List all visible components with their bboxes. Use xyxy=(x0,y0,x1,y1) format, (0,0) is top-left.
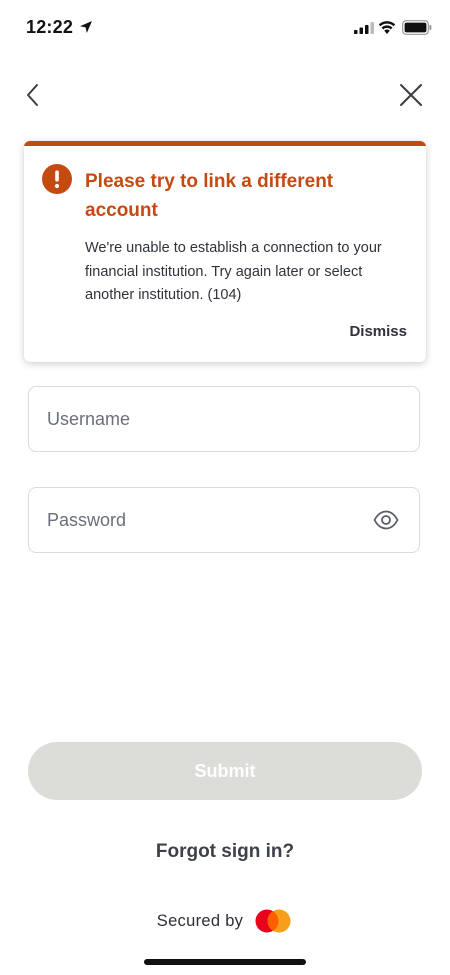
error-accent-bar xyxy=(24,141,426,146)
password-field[interactable] xyxy=(28,487,420,553)
eye-icon[interactable] xyxy=(373,509,399,531)
wifi-icon xyxy=(378,21,396,34)
mastercard-logo xyxy=(255,909,291,933)
battery-icon xyxy=(402,20,432,35)
status-time: 12:22 xyxy=(26,17,74,37)
location-arrow-icon xyxy=(80,21,92,33)
chevron-left-icon[interactable] xyxy=(20,80,48,110)
alert-circle-icon xyxy=(42,164,72,194)
secured-by-label: Secured by xyxy=(156,911,244,930)
error-banner: Please try to link a different account W… xyxy=(24,141,426,362)
forgot-sign-in-link[interactable]: Forgot sign in? xyxy=(0,841,450,863)
signal-icon xyxy=(354,22,374,34)
secured-by-footer: Secured by xyxy=(0,906,450,936)
dismiss-button[interactable]: Dismiss xyxy=(349,323,407,340)
close-icon[interactable] xyxy=(396,80,426,110)
password-input[interactable] xyxy=(47,488,367,552)
username-field[interactable] xyxy=(28,386,420,452)
home-indicator xyxy=(144,959,306,965)
status-bar: 12:22 xyxy=(0,0,450,56)
submit-button[interactable]: Submit xyxy=(28,742,422,800)
error-title: Please try to link a different account xyxy=(85,171,334,221)
username-input[interactable] xyxy=(47,387,367,451)
error-message: We're unable to establish a connection t… xyxy=(85,240,382,303)
